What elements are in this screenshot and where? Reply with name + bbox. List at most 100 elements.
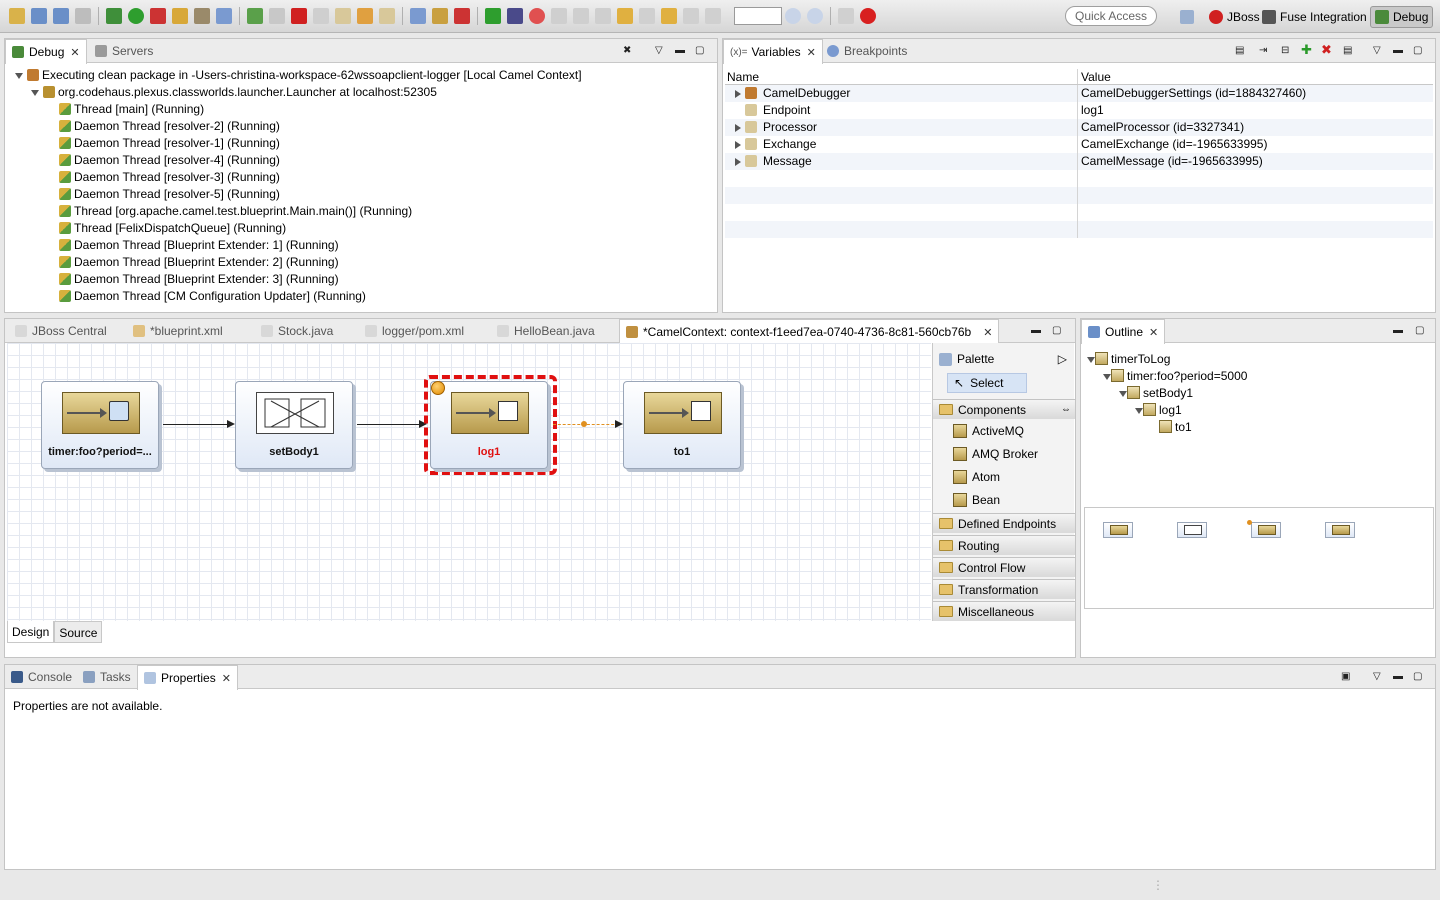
jboss-spinner-icon[interactable]	[860, 8, 876, 24]
maximize-icon[interactable]: ▢	[1415, 325, 1424, 336]
view-menu-icon[interactable]: ▽	[655, 45, 663, 56]
zoom-combo[interactable]	[734, 7, 782, 25]
expand-icon[interactable]	[735, 158, 741, 166]
column-header-name[interactable]: Name	[727, 69, 759, 85]
minimize-icon[interactable]: ▬	[1393, 671, 1403, 682]
debug-menu-icon[interactable]	[454, 8, 470, 24]
tab-jboss-central[interactable]: JBoss Central	[9, 319, 113, 343]
tab-debug[interactable]: Debug ✕	[5, 39, 87, 64]
next-annotation-icon[interactable]	[573, 8, 589, 24]
suspend-icon[interactable]	[269, 8, 285, 24]
show-type-names-icon[interactable]: ▤	[1235, 45, 1244, 56]
use-step-filters-icon[interactable]	[432, 8, 448, 24]
redo-icon[interactable]	[683, 8, 699, 24]
expand-icon[interactable]	[31, 90, 39, 96]
outline-node[interactable]: timerToLog	[1095, 351, 1170, 368]
connection-handle[interactable]	[581, 421, 587, 427]
thread-node[interactable]: Daemon Thread [Blueprint Extender: 2] (R…	[59, 254, 339, 271]
add-icon[interactable]: ✚	[1301, 42, 1312, 58]
palette-item[interactable]: Bean	[947, 490, 1067, 510]
variable-row[interactable]: Message CamelMessage (id=-1965633995)	[725, 153, 1433, 170]
palette-item[interactable]: AMQ Broker	[947, 444, 1067, 464]
remove-all-icon[interactable]: ▤	[1343, 45, 1352, 56]
minimize-icon[interactable]: ▬	[675, 45, 685, 56]
maximize-icon[interactable]: ▢	[1413, 45, 1422, 56]
collapse-all-icon[interactable]: ⊟	[1281, 45, 1289, 56]
minimize-icon[interactable]: ▬	[1393, 45, 1403, 56]
tab-stock-java[interactable]: Stock.java	[255, 319, 339, 343]
palette-drawer[interactable]: Control Flow	[933, 557, 1075, 577]
delete-icon[interactable]	[705, 8, 721, 24]
tab-camel-context[interactable]: *CamelContext: context-f1eed7ea-0740-473…	[619, 319, 1000, 344]
route-node-setbody[interactable]: setBody1	[235, 381, 353, 469]
outline-node[interactable]: to1	[1159, 419, 1192, 436]
outline-node[interactable]: setBody1	[1127, 385, 1193, 402]
wrench-icon[interactable]	[194, 8, 210, 24]
route-node-timer[interactable]: timer:foo?period=...	[41, 381, 159, 469]
step-into-icon[interactable]	[335, 8, 351, 24]
save-all-icon[interactable]	[53, 8, 69, 24]
palette-drawer[interactable]: Transformation	[933, 579, 1075, 599]
thread-node[interactable]: Daemon Thread [resolver-4] (Running)	[59, 152, 280, 169]
save-icon[interactable]	[31, 8, 47, 24]
close-icon[interactable]: ✕	[1149, 326, 1158, 339]
drop-to-frame-icon[interactable]	[410, 8, 426, 24]
thread-node[interactable]: Thread [main] (Running)	[59, 101, 204, 118]
palette-item[interactable]: ActiveMQ	[947, 421, 1067, 441]
quick-access-field[interactable]: Quick Access	[1065, 6, 1157, 26]
perspective-debug[interactable]: Debug	[1370, 6, 1434, 28]
tab-outline[interactable]: Outline ✕	[1081, 319, 1166, 344]
thread-node[interactable]: Daemon Thread [resolver-3] (Running)	[59, 169, 280, 186]
thread-node[interactable]: Daemon Thread [Blueprint Extender: 3] (R…	[59, 271, 339, 288]
tab-variables[interactable]: (x)= Variables ✕	[723, 39, 823, 64]
prev-annotation-icon[interactable]	[595, 8, 611, 24]
thread-node[interactable]: Daemon Thread [resolver-2] (Running)	[59, 118, 280, 135]
column-divider[interactable]	[1077, 69, 1078, 84]
step-return-icon[interactable]	[379, 8, 395, 24]
view-menu-icon[interactable]: ▽	[1373, 45, 1381, 56]
close-icon[interactable]: ✕	[983, 326, 992, 339]
undo-icon[interactable]	[661, 8, 677, 24]
palette-drawer-components[interactable]: Components ⇔	[933, 399, 1075, 419]
minimize-icon[interactable]: ▬	[1031, 325, 1041, 336]
open-perspective-button[interactable]	[1176, 6, 1202, 28]
thread-node[interactable]: Thread [org.apache.camel.test.blueprint.…	[59, 203, 412, 220]
resume-icon[interactable]	[247, 8, 263, 24]
thread-node[interactable]: Daemon Thread [resolver-1] (Running)	[59, 135, 280, 152]
tab-properties[interactable]: Properties ✕	[137, 665, 238, 690]
close-icon[interactable]: ✕	[807, 46, 816, 59]
palette-select-tool[interactable]: ↖ Select	[947, 373, 1027, 393]
palette-drawer[interactable]: Defined Endpoints	[933, 513, 1075, 533]
route-connection[interactable]	[357, 424, 421, 425]
stop-icon[interactable]	[529, 8, 545, 24]
column-header-value[interactable]: Value	[1081, 69, 1111, 85]
status-bar-handle[interactable]: ⋮	[1152, 878, 1164, 892]
debug-run-icon[interactable]	[106, 8, 122, 24]
expand-icon[interactable]	[1087, 357, 1095, 363]
show-logical-icon[interactable]: ⇥	[1259, 45, 1267, 56]
close-icon[interactable]: ✕	[70, 46, 79, 59]
outline-node[interactable]: timer:foo?period=5000	[1111, 368, 1247, 385]
tab-breakpoints[interactable]: Breakpoints	[821, 39, 913, 63]
maximize-icon[interactable]: ▢	[695, 45, 704, 56]
bug-step-icon[interactable]	[507, 8, 523, 24]
tab-pom-xml[interactable]: logger/pom.xml	[359, 319, 470, 343]
variable-row[interactable]: Processor CamelProcessor (id=3327341)	[725, 119, 1433, 136]
target-node[interactable]: org.codehaus.plexus.classworlds.launcher…	[43, 84, 437, 101]
back-icon[interactable]	[617, 8, 633, 24]
tab-servers[interactable]: Servers	[89, 39, 159, 63]
expand-icon[interactable]	[735, 141, 741, 149]
expand-icon[interactable]	[1135, 408, 1143, 414]
outline-overview[interactable]	[1084, 507, 1434, 609]
maximize-icon[interactable]: ▢	[1052, 325, 1061, 336]
minimize-icon[interactable]: ▬	[1393, 325, 1403, 336]
route-connection[interactable]	[163, 424, 229, 425]
view-menu-icon[interactable]: ▽	[1373, 671, 1381, 682]
forward-icon[interactable]	[639, 8, 655, 24]
hand-icon[interactable]	[551, 8, 567, 24]
zoom-out-icon[interactable]	[807, 8, 823, 24]
breakpoint-marker-icon[interactable]	[431, 381, 445, 395]
remove-icon[interactable]: ✖	[1321, 42, 1332, 58]
step-over-icon[interactable]	[357, 8, 373, 24]
thread-node[interactable]: Daemon Thread [CM Configuration Updater]…	[59, 288, 366, 305]
